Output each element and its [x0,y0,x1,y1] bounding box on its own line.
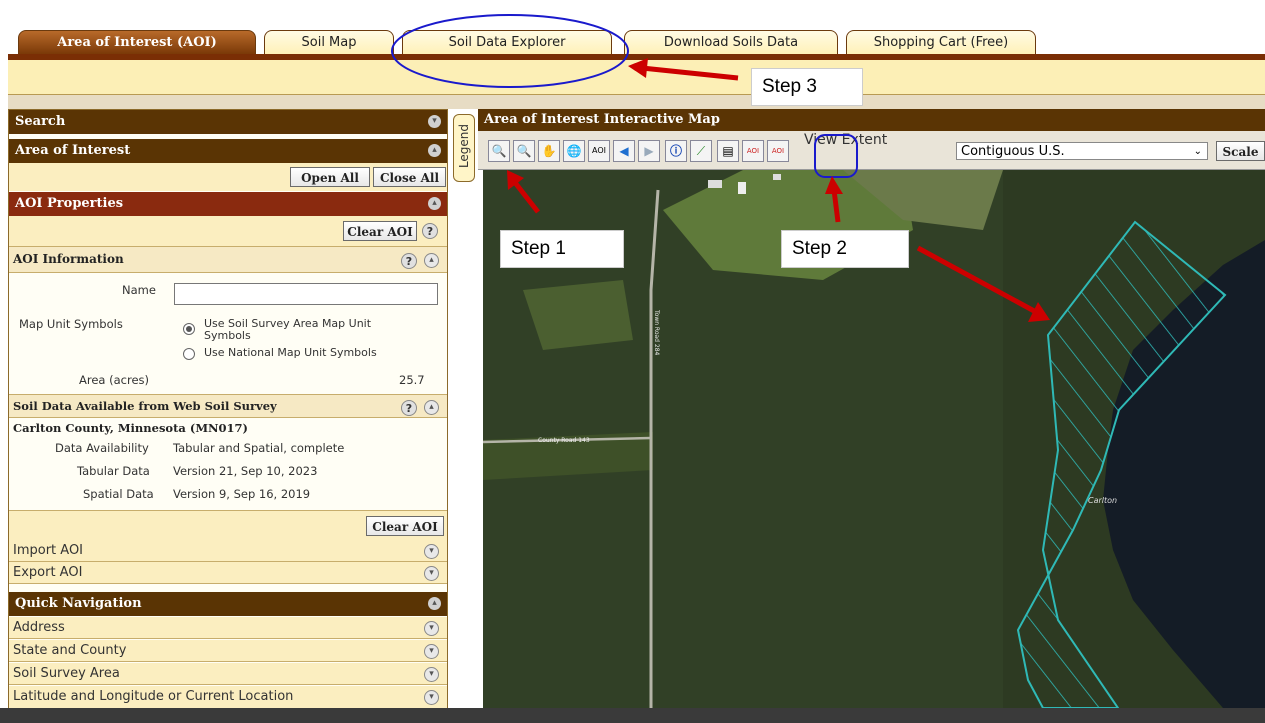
step1-label: Step 1 [500,230,624,268]
step3-label: Step 3 [751,68,863,106]
arrow-step1 [511,178,540,214]
taskbar-strip [0,708,1265,723]
arrow-step2-aoi [916,245,1038,315]
arrow-step3 [641,65,739,81]
step2-box [814,134,858,178]
step3-circle [391,14,629,88]
annotation-layer [391,14,1050,322]
arrow-head [825,176,843,194]
step2-label: Step 2 [781,230,909,268]
arrow-head [628,58,648,78]
arrow-step2 [831,189,841,223]
